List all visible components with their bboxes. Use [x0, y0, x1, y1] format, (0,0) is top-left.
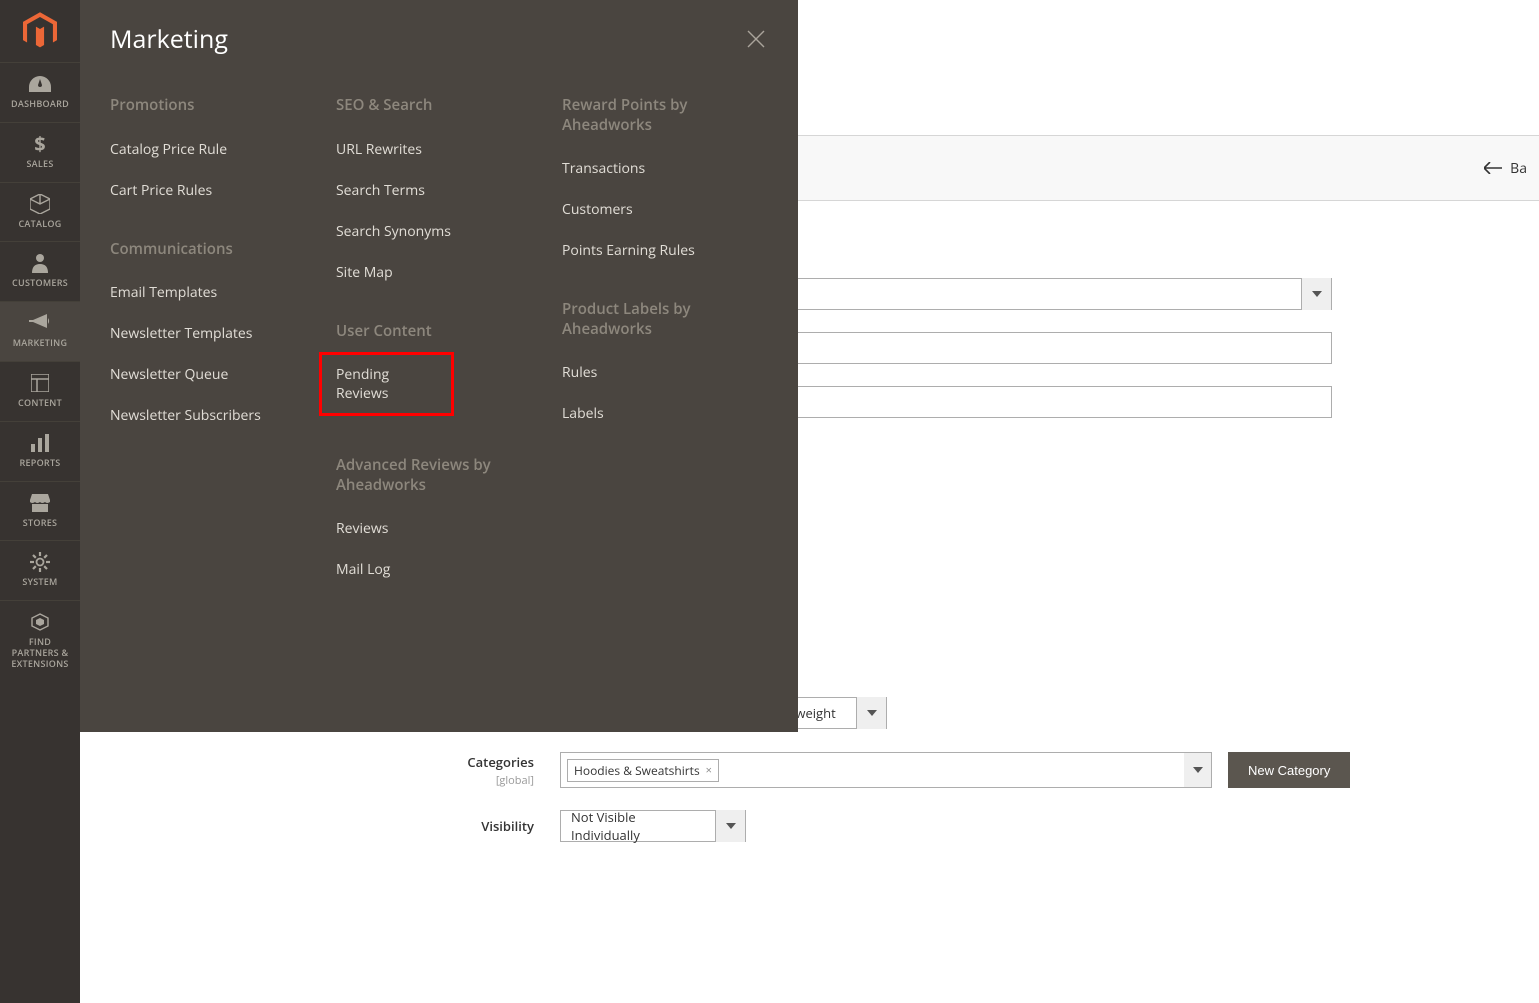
- nav-reports[interactable]: REPORTS: [0, 421, 80, 481]
- flyout-title: Marketing: [110, 22, 228, 56]
- flyout-link-newsletter-templates[interactable]: Newsletter Templates: [110, 324, 316, 343]
- nav-label: MARKETING: [9, 338, 72, 349]
- stores-icon: [30, 492, 50, 514]
- flyout-group-title: SEO & Search: [336, 96, 542, 116]
- nav-stores[interactable]: STORES: [0, 481, 80, 541]
- flyout-link-search-terms[interactable]: Search Terms: [336, 181, 542, 200]
- magento-logo[interactable]: [0, 0, 80, 62]
- chevron-down-icon: [856, 697, 886, 729]
- flyout-close-button[interactable]: [744, 27, 768, 51]
- flyout-group-title: Product Labels by Aheadworks: [562, 300, 768, 339]
- flyout-link-reviews[interactable]: Reviews: [336, 519, 542, 538]
- visibility-select[interactable]: Not Visible Individually: [560, 810, 746, 842]
- scope-label: [global]: [160, 773, 534, 788]
- chip-remove-icon[interactable]: ×: [706, 763, 712, 778]
- partners-icon: [30, 611, 50, 633]
- arrow-left-icon: [1484, 162, 1502, 174]
- nav-label: CONTENT: [14, 398, 66, 409]
- categories-label: Categories: [467, 753, 534, 771]
- nav-partners[interactable]: FIND PARTNERS & EXTENSIONS: [0, 600, 80, 681]
- flyout-group-title: User Content: [336, 322, 542, 342]
- categories-dropdown-toggle[interactable]: [1184, 752, 1212, 788]
- visibility-label: Visibility: [481, 817, 534, 835]
- close-icon: [747, 30, 765, 48]
- flyout-group-title: Communications: [110, 240, 316, 260]
- flyout-link-catalog-price-rule[interactable]: Catalog Price Rule: [110, 140, 316, 159]
- nav-label: STORES: [19, 518, 61, 529]
- nav-label: REPORTS: [15, 458, 64, 469]
- nav-marketing[interactable]: MARKETING: [0, 301, 80, 361]
- nav-system[interactable]: SYSTEM: [0, 540, 80, 600]
- nav-catalog[interactable]: CATALOG: [0, 182, 80, 242]
- flyout-link-labels[interactable]: Labels: [562, 404, 768, 423]
- chevron-down-icon: [715, 810, 745, 842]
- nav-dashboard[interactable]: DASHBOARD: [0, 62, 80, 122]
- categories-multiselect[interactable]: Hoodies & Sweatshirts ×: [560, 752, 1185, 788]
- flyout-link-points-earning-rules[interactable]: Points Earning Rules: [562, 241, 768, 260]
- svg-text:$: $: [34, 134, 45, 154]
- system-icon: [30, 551, 50, 573]
- nav-customers[interactable]: CUSTOMERS: [0, 241, 80, 301]
- nav-label: SYSTEM: [18, 577, 61, 588]
- new-category-button[interactable]: New Category: [1228, 752, 1350, 788]
- nav-label: FIND PARTNERS & EXTENSIONS: [0, 637, 80, 669]
- category-chip: Hoodies & Sweatshirts ×: [567, 759, 719, 782]
- marketing-icon: [29, 312, 51, 334]
- catalog-icon: [30, 193, 50, 215]
- flyout-link-site-map[interactable]: Site Map: [336, 263, 542, 282]
- flyout-link-pending-reviews[interactable]: Pending Reviews: [319, 352, 454, 416]
- flyout-link-url-rewrites[interactable]: URL Rewrites: [336, 140, 542, 159]
- category-chip-label: Hoodies & Sweatshirts: [574, 762, 700, 779]
- flyout-group-title: Promotions: [110, 96, 316, 116]
- sales-icon: $: [33, 133, 47, 155]
- nav-label: CUSTOMERS: [8, 278, 72, 289]
- flyout-link-newsletter-subscribers[interactable]: Newsletter Subscribers: [110, 406, 316, 425]
- back-label: Ba: [1510, 159, 1527, 178]
- flyout-link-mail-log[interactable]: Mail Log: [336, 560, 542, 579]
- flyout-link-search-synonyms[interactable]: Search Synonyms: [336, 222, 542, 241]
- admin-sidebar: DASHBOARD $ SALES CATALOG CUSTOMERS MARKETING…: [0, 0, 80, 1003]
- content-icon: [31, 372, 49, 394]
- flyout-link-transactions[interactable]: Transactions: [562, 159, 768, 178]
- nav-label: CATALOG: [14, 219, 65, 230]
- customers-icon: [32, 252, 48, 274]
- dashboard-icon: [29, 73, 51, 95]
- reports-icon: [31, 432, 49, 454]
- flyout-link-newsletter-queue[interactable]: Newsletter Queue: [110, 365, 316, 384]
- flyout-link-email-templates[interactable]: Email Templates: [110, 283, 316, 302]
- marketing-flyout: Marketing Promotions Catalog Price Rule Ca…: [80, 0, 798, 732]
- flyout-group-title: Reward Points by Aheadworks: [562, 96, 768, 135]
- nav-content[interactable]: CONTENT: [0, 361, 80, 421]
- nav-sales[interactable]: $ SALES: [0, 122, 80, 182]
- flyout-link-customers[interactable]: Customers: [562, 200, 768, 219]
- flyout-link-rules[interactable]: Rules: [562, 363, 768, 382]
- chevron-down-icon: [1301, 278, 1331, 310]
- nav-label: SALES: [22, 159, 57, 170]
- back-button[interactable]: Ba: [1484, 159, 1527, 178]
- nav-label: DASHBOARD: [7, 99, 73, 110]
- flyout-link-cart-price-rules[interactable]: Cart Price Rules: [110, 181, 316, 200]
- flyout-group-title: Advanced Reviews by Aheadworks: [336, 456, 542, 495]
